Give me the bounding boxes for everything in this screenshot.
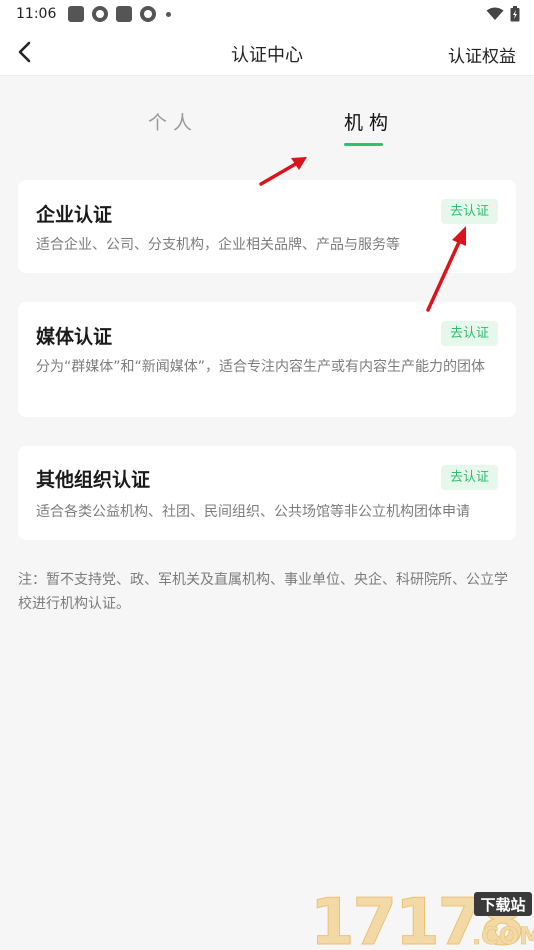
card-description: 适合企业、公司、分支机构，企业相关品牌、产品与服务等 xyxy=(36,237,400,253)
media-certify-button[interactable]: 去认证 xyxy=(441,321,498,346)
tab-personal[interactable]: 个人 xyxy=(148,108,198,135)
wifi-icon xyxy=(486,7,504,20)
card-title: 企业认证 xyxy=(36,204,113,226)
watermark-badge: 下载站 xyxy=(480,896,525,914)
enterprise-certification-card: 企业认证 去认证 适合企业、公司、分支机构，企业相关品牌、产品与服务等 xyxy=(18,180,516,273)
card-description: 适合各类公益机构、社团、民间组织、公共场馆等非公立机构团体申请 xyxy=(36,504,470,520)
certification-note: 注：暂不支持党、政、军机关及直属机构、事业单位、央企、科研院所、公立学校进行机构… xyxy=(18,572,508,612)
notification-icon xyxy=(116,6,133,22)
tab-organization[interactable]: 机构 xyxy=(344,108,394,135)
nav-bar: 认证中心 认证权益 xyxy=(0,28,534,76)
tab-bar: 个人 机构 xyxy=(0,108,534,148)
app-notification-icon xyxy=(92,6,109,22)
status-time: 11:06 xyxy=(16,6,57,22)
watermark-logo: 17178 下载站 .COM xyxy=(310,886,534,950)
certification-benefits-link[interactable]: 认证权益 xyxy=(448,42,516,67)
other-organization-certification-card: 其他组织认证 去认证 适合各类公益机构、社团、民间组织、公共场馆等非公立机构团体… xyxy=(18,446,516,540)
enterprise-certify-button[interactable]: 去认证 xyxy=(441,199,498,224)
media-certification-card: 媒体认证 去认证 分为“群媒体”和“新闻媒体”，适合专注内容生产或有内容生产能力… xyxy=(18,302,516,417)
notification-icon xyxy=(68,6,85,22)
card-title: 其他组织认证 xyxy=(36,469,151,491)
watermark-domain: .COM xyxy=(472,922,534,948)
battery-icon xyxy=(510,6,520,22)
more-notifications-dot xyxy=(166,11,172,17)
other-org-certify-button[interactable]: 去认证 xyxy=(441,465,498,490)
card-title: 媒体认证 xyxy=(36,326,113,348)
card-description: 分为“群媒体”和“新闻媒体”，适合专注内容生产或有内容生产能力的团体 xyxy=(36,359,486,375)
active-tab-indicator xyxy=(344,143,383,146)
app-notification-icon xyxy=(140,6,157,22)
status-bar: 11:06 xyxy=(0,0,534,28)
